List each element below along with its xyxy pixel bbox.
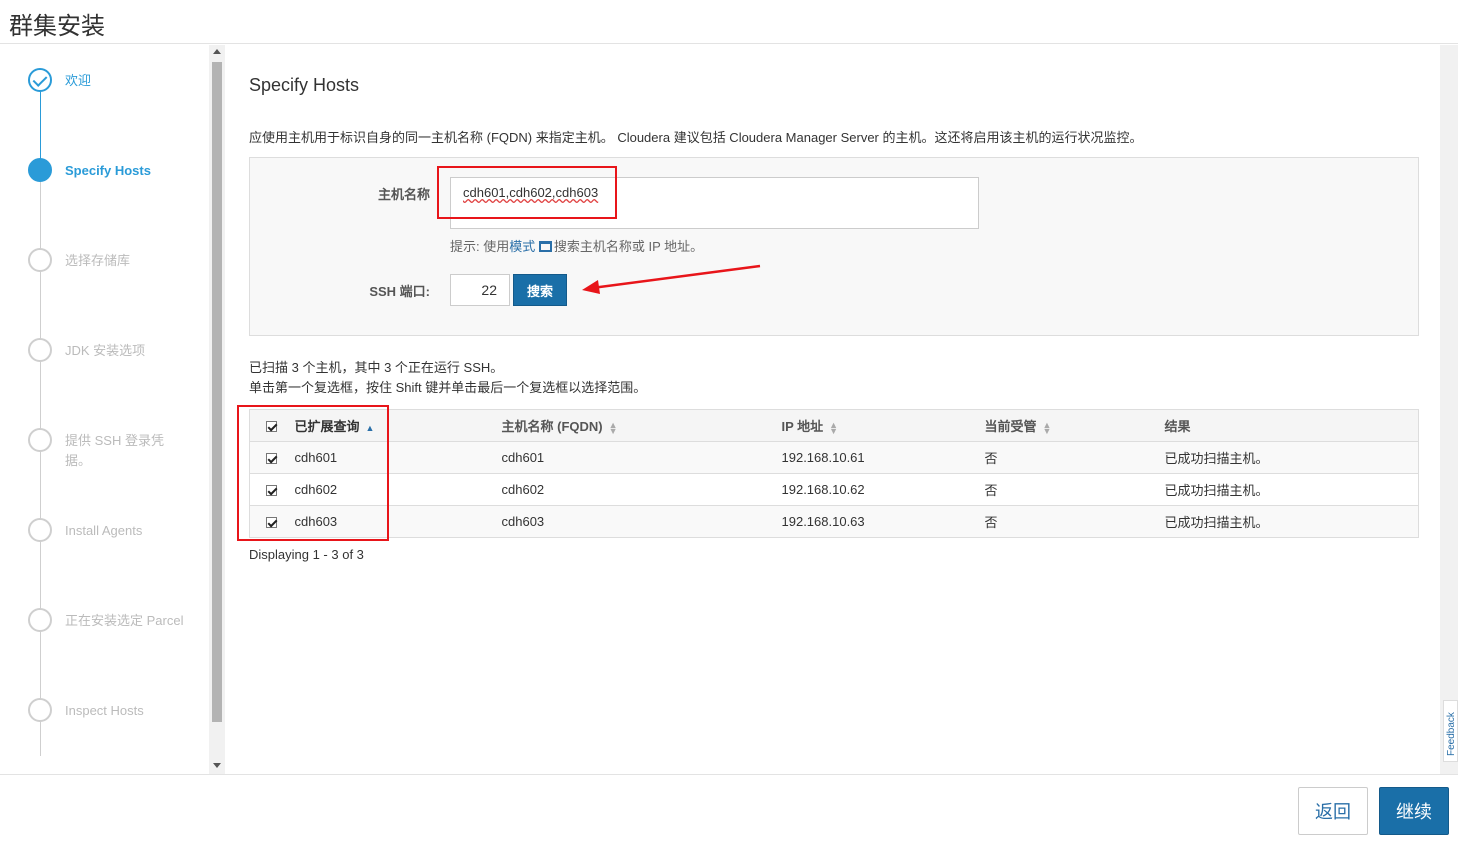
host-search-form: 主机名称 提示: 使用模式 搜索主机名称或 IP 地址。 SSH 端口: 搜索: [249, 157, 1419, 336]
col-fqdn[interactable]: 主机名称 (FQDN) ▲ ▼: [501, 409, 782, 442]
sort-asc-icon[interactable]: ▲: [366, 423, 375, 432]
col-label: IP 地址: [781, 419, 824, 434]
sort-icon[interactable]: ▲ ▼: [609, 420, 618, 435]
row-checkbox[interactable]: [266, 485, 277, 497]
table-row[interactable]: cdh602 cdh602 192.168.10.62 否 已成功扫描主机。: [249, 473, 1419, 506]
step-label: 欢迎: [65, 73, 92, 88]
cell-fqdn: cdh602: [501, 473, 782, 506]
col-managed[interactable]: 当前受管 ▲ ▼: [984, 409, 1165, 442]
scroll-up-icon[interactable]: [213, 49, 221, 54]
ssh-port-input[interactable]: [450, 274, 510, 306]
ssh-port-label: SSH 端口:: [369, 284, 430, 299]
cell-managed: 否: [984, 505, 1165, 538]
wizard-steps: 欢迎 Specify Hosts 选择存储库 JDK 安装选项 提供 SSH 登…: [4, 45, 209, 774]
hosts-table: 已扩展查询 ▲ 主机名称 (FQDN) ▲ ▼ IP 地址 ▲ ▼ 当前受管 ▲ ▼ 结果 c…: [249, 409, 1419, 538]
empty-circle-icon: [28, 698, 52, 722]
step-label: Install Agents: [65, 523, 143, 538]
cell-ip: 192.168.10.61: [781, 441, 985, 474]
hint-prefix: 提示: 使用: [450, 239, 510, 254]
row-select-cell[interactable]: [249, 505, 295, 538]
scan-instruction-line: 单击第一个复选框，按住 Shift 键并单击最后一个复选框以选择范围。: [249, 380, 647, 395]
wizard-sidebar: 欢迎 Specify Hosts 选择存储库 JDK 安装选项 提供 SSH 登…: [4, 45, 225, 774]
scroll-down-icon[interactable]: [213, 763, 221, 768]
empty-circle-icon: [28, 338, 52, 362]
page-scrollbar[interactable]: [1440, 45, 1458, 774]
sort-icon[interactable]: ▲ ▼: [1043, 420, 1052, 435]
check-circle-icon: [28, 68, 52, 92]
active-circle-icon: [28, 158, 52, 182]
table-row[interactable]: cdh603 cdh603 192.168.10.63 否 已成功扫描主机。: [249, 505, 1419, 538]
step-label: Specify Hosts: [65, 163, 151, 178]
cell-query: cdh601: [294, 441, 502, 474]
annotation-arrow-icon: [582, 264, 761, 294]
hostname-label: 主机名称: [377, 187, 430, 202]
row-checkbox[interactable]: [266, 453, 277, 465]
section-title: Specify Hosts: [249, 75, 360, 95]
cell-result: 已成功扫描主机。: [1164, 441, 1419, 474]
row-select-cell[interactable]: [249, 441, 295, 474]
empty-circle-icon: [28, 248, 52, 272]
hostname-input[interactable]: [450, 177, 979, 229]
cell-fqdn: cdh601: [501, 441, 782, 474]
steps-connector: [40, 81, 41, 756]
step-label: 正在安装选定 Parcel: [65, 613, 184, 628]
scan-summary: 已扫描 3 个主机，其中 3 个正在运行 SSH。 单击第一个复选框，按住 Sh…: [249, 358, 646, 398]
col-label: 主机名称 (FQDN): [501, 419, 603, 434]
cell-result: 已成功扫描主机。: [1164, 505, 1419, 538]
step-label: Inspect Hosts: [65, 703, 144, 718]
cell-query: cdh603: [294, 505, 502, 538]
hint-suffix: 搜索主机名称或 IP 地址。: [553, 239, 704, 254]
feedback-label: Feedback: [1446, 712, 1457, 756]
row-checkbox[interactable]: [266, 517, 277, 529]
hostname-hint: 提示: 使用模式 搜索主机名称或 IP 地址。: [450, 236, 703, 255]
cell-managed: 否: [984, 473, 1165, 506]
cell-fqdn: cdh603: [501, 505, 782, 538]
cell-result: 已成功扫描主机。: [1164, 473, 1419, 506]
scan-summary-line: 已扫描 3 个主机，其中 3 个正在运行 SSH。: [249, 360, 504, 375]
continue-button[interactable]: 继续: [1379, 787, 1449, 835]
step-label: 选择存储库: [65, 253, 131, 268]
col-ip[interactable]: IP 地址 ▲ ▼: [781, 409, 985, 442]
feedback-tab[interactable]: Feedback: [1443, 700, 1458, 762]
col-label: 已扩展查询: [294, 419, 360, 434]
section-description: 应使用主机用于标识自身的同一主机名称 (FQDN) 来指定主机。 Clouder…: [249, 130, 1143, 145]
col-result: 结果: [1164, 409, 1419, 442]
top-bar: 群集安装: [0, 0, 1458, 44]
cell-ip: 192.168.10.63: [781, 505, 985, 538]
col-expanded-query[interactable]: 已扩展查询 ▲: [294, 409, 502, 442]
select-all-checkbox[interactable]: [266, 421, 277, 433]
back-button[interactable]: 返回: [1298, 787, 1368, 835]
step-label: JDK 安装选项: [65, 343, 146, 358]
page-title: 群集安装: [9, 13, 105, 40]
pattern-link[interactable]: 模式: [509, 239, 535, 254]
row-select-cell[interactable]: [249, 473, 295, 506]
sidebar-scrollbar[interactable]: [209, 45, 225, 774]
wizard-footer: 返回 继续: [0, 774, 1458, 844]
scrollbar-thumb[interactable]: [212, 62, 222, 722]
select-all-cell[interactable]: [249, 409, 295, 442]
col-label: 当前受管: [984, 419, 1037, 434]
window-icon[interactable]: [538, 241, 552, 252]
cell-ip: 192.168.10.62: [781, 473, 985, 506]
table-header-row: 已扩展查询 ▲ 主机名称 (FQDN) ▲ ▼ IP 地址 ▲ ▼ 当前受管 ▲ ▼ 结果: [249, 409, 1419, 442]
main-content: Specify Hosts 应使用主机用于标识自身的同一主机名称 (FQDN) …: [226, 45, 1440, 774]
cell-query: cdh602: [294, 473, 502, 506]
sort-icon[interactable]: ▲ ▼: [829, 420, 838, 435]
table-row[interactable]: cdh601 cdh601 192.168.10.61 否 已成功扫描主机。: [249, 441, 1419, 474]
empty-circle-icon: [28, 608, 52, 632]
col-label: 结果: [1164, 419, 1191, 434]
empty-circle-icon: [28, 518, 52, 542]
pagination-info: Displaying 1 - 3 of 3: [249, 547, 364, 562]
empty-circle-icon: [28, 428, 52, 452]
cell-managed: 否: [984, 441, 1165, 474]
search-button[interactable]: 搜索: [513, 274, 567, 306]
step-label: 提供 SSH 登录凭据。: [65, 433, 164, 468]
